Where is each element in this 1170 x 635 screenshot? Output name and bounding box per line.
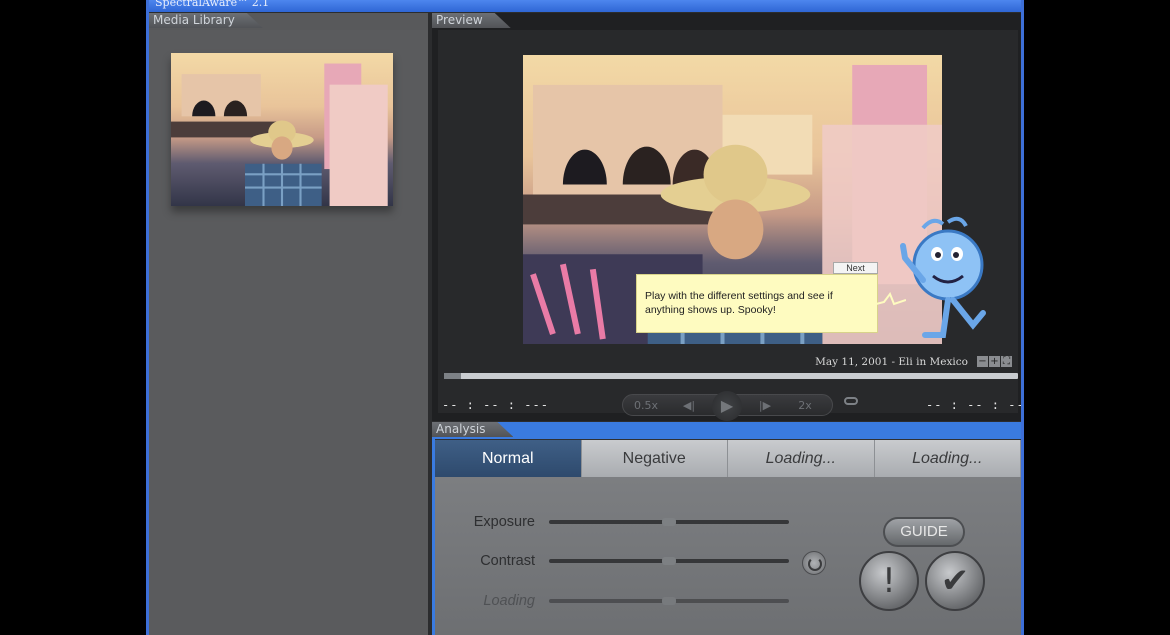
- mode-tab-loading-1[interactable]: Loading...: [728, 440, 875, 477]
- exposure-slider-knob[interactable]: [662, 518, 676, 526]
- alert-button[interactable]: !: [859, 551, 919, 611]
- analysis-controls: Exposure Contrast Loading GUIDE ! ✔: [435, 477, 1021, 635]
- thumbnail-image: [171, 53, 393, 206]
- loading-slider-label: Loading: [483, 593, 535, 609]
- tooltip-text: Play with the different settings and see…: [645, 290, 833, 316]
- current-timecode: -- : -- : ---: [442, 398, 549, 412]
- analysis-body: Normal Negative Loading... Loading... Ex…: [435, 439, 1021, 635]
- app-window: SpectralAware™ 2.1 Media Library Preview…: [146, 0, 1024, 635]
- contrast-slider-knob[interactable]: [662, 557, 676, 565]
- loading-slider-knob[interactable]: [662, 597, 676, 605]
- contrast-slider[interactable]: [549, 557, 789, 565]
- preview-panel: Preview Next Play with the different set…: [432, 13, 1024, 421]
- guide-button[interactable]: GUIDE: [883, 517, 965, 547]
- media-library-tab: Media Library: [149, 13, 263, 28]
- exposure-label: Exposure: [473, 514, 535, 530]
- total-timecode: -- : -- : ---: [926, 398, 1024, 412]
- mode-tab-normal[interactable]: Normal: [435, 440, 582, 477]
- zoom-out-button[interactable]: −: [977, 356, 988, 367]
- reset-icon[interactable]: [802, 551, 826, 575]
- transport-bar: -- : -- : --- 0.5x ◀| ▶ |▶ 2x -- : -- : …: [432, 390, 1024, 421]
- exposure-row: Exposure: [435, 512, 535, 532]
- library-thumbnail[interactable]: [171, 53, 393, 206]
- tooltip-bubble: Play with the different settings and see…: [636, 274, 878, 333]
- loading-slider[interactable]: [549, 597, 789, 605]
- title-bar: SpectralAware™ 2.1: [149, 0, 1021, 12]
- analysis-panel: Analysis Normal Negative Loading... Load…: [432, 422, 1021, 635]
- analysis-mode-tabs: Normal Negative Loading... Loading...: [435, 440, 1021, 477]
- mode-tab-loading-2[interactable]: Loading...: [875, 440, 1021, 477]
- timeline-scrubber[interactable]: [444, 373, 1018, 379]
- exposure-slider[interactable]: [549, 518, 789, 526]
- window-title: SpectralAware™ 2.1: [155, 0, 270, 9]
- loop-icon[interactable]: [844, 397, 858, 405]
- contrast-row: Contrast: [435, 551, 535, 571]
- contrast-label: Contrast: [480, 553, 535, 569]
- tooltip-pointer: [876, 292, 906, 306]
- step-forward-button[interactable]: |▶: [755, 398, 775, 414]
- analysis-tab: Analysis: [432, 422, 513, 437]
- mascot-character: [900, 216, 986, 338]
- mode-tab-negative[interactable]: Negative: [582, 440, 728, 477]
- step-back-button[interactable]: ◀|: [679, 398, 699, 414]
- loading-row: Loading: [435, 591, 535, 611]
- photo-caption: May 11, 2001 - Eli in Mexico: [815, 356, 968, 368]
- zoom-fit-button[interactable]: ⛶: [1001, 356, 1012, 367]
- timeline-progress: [444, 373, 462, 379]
- preview-stage: Next Play with the different settings an…: [438, 30, 1018, 413]
- media-library-list: [149, 30, 428, 635]
- speed-double-button[interactable]: 2x: [795, 398, 815, 414]
- confirm-button[interactable]: ✔: [925, 551, 985, 611]
- play-button[interactable]: ▶: [712, 391, 742, 421]
- zoom-in-button[interactable]: +: [989, 356, 1000, 367]
- preview-tab: Preview: [432, 13, 511, 28]
- media-library-panel: Media Library: [149, 13, 428, 635]
- playback-controls: 0.5x ◀| ▶ |▶ 2x: [622, 391, 833, 421]
- speed-half-button[interactable]: 0.5x: [633, 398, 659, 414]
- tooltip-next-button[interactable]: Next: [833, 262, 878, 274]
- zoom-controls: − + ⛶: [977, 356, 1012, 367]
